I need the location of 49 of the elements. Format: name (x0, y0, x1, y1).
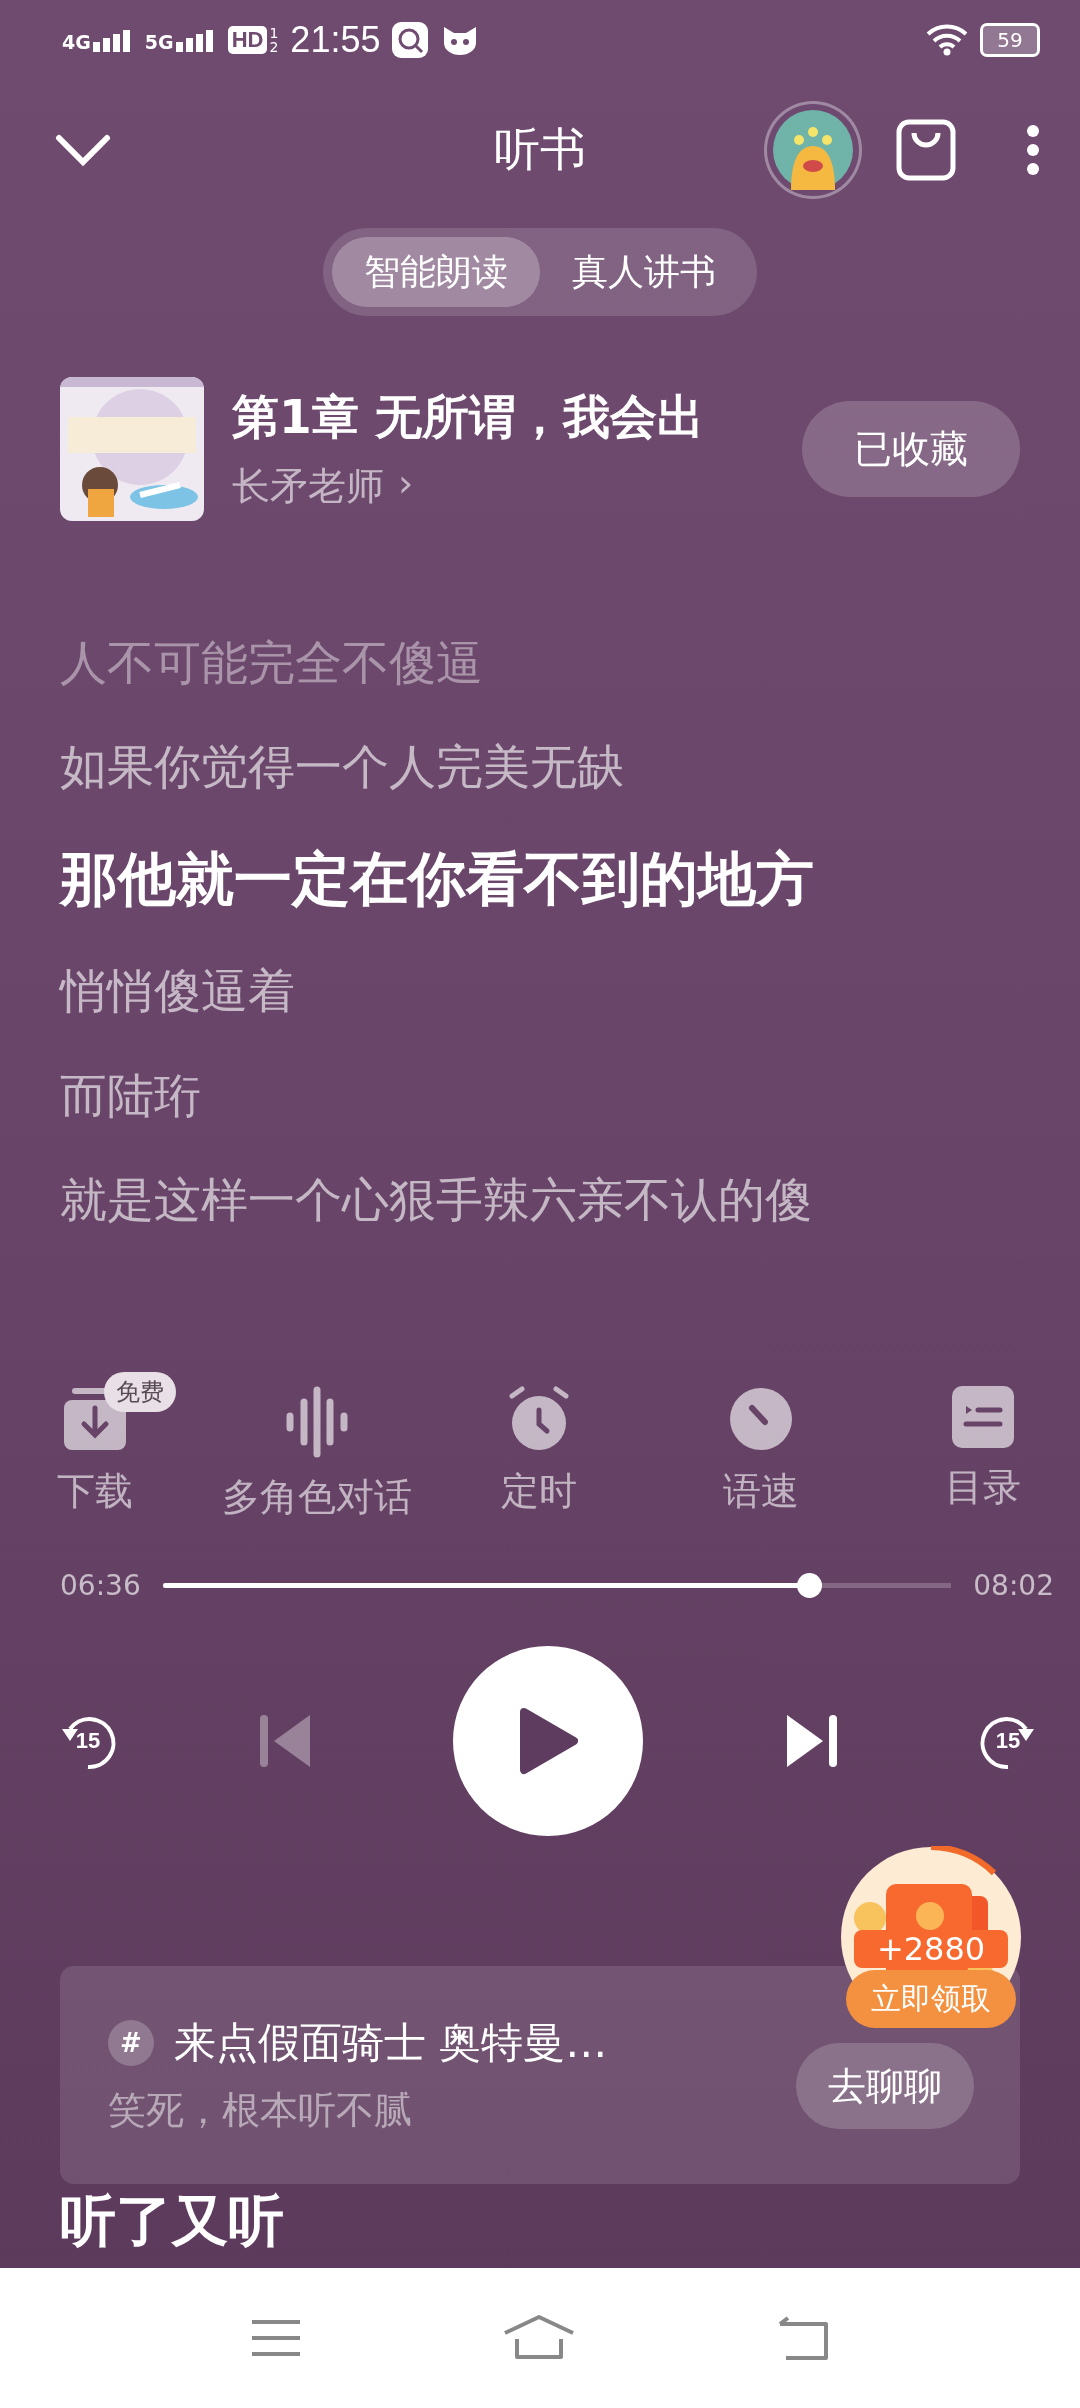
claim-button[interactable]: 立即领取 (846, 1970, 1016, 2028)
more-icon[interactable] (1026, 124, 1040, 176)
mode-tab[interactable]: 智能朗读 (332, 237, 540, 307)
reward-amount: +2880 (854, 1930, 1008, 1968)
signal-icon (175, 28, 216, 52)
home-icon[interactable] (503, 2315, 575, 2361)
menu-icon[interactable] (250, 2318, 303, 2358)
lyric-line: 人不可能完全不傻逼 (60, 634, 483, 692)
collected-button[interactable]: 已收藏 (802, 401, 1020, 497)
gauge-icon (728, 1386, 794, 1452)
network-label: 4G (62, 33, 91, 52)
forward-button[interactable]: 15 (976, 1709, 1040, 1773)
total-time: 08:02 (973, 1569, 1054, 1602)
list-icon (952, 1386, 1014, 1448)
lyric-line: 悄悄傻逼着 (60, 962, 295, 1021)
waveform-icon (284, 1386, 350, 1458)
page-title: 听书 (494, 121, 586, 178)
tool-button[interactable]: 语速 (723, 1386, 799, 1523)
topic-title: 来点假面骑士 奥特曼… (174, 2016, 608, 2069)
sim-slots-label: 1 2 (269, 26, 279, 54)
tool-button[interactable]: 定时 (501, 1386, 577, 1523)
hash-icon: # (108, 2019, 154, 2066)
bag-icon[interactable] (896, 119, 956, 181)
alarm-clock-icon (506, 1386, 572, 1452)
battery-level: 59 (980, 23, 1040, 57)
play-icon (518, 1706, 578, 1776)
hd-label: HD (227, 26, 268, 54)
wifi-icon (926, 24, 968, 56)
lyric-line: 而陆珩 (60, 1066, 201, 1125)
chat-button[interactable]: 去聊聊 (796, 2043, 974, 2129)
lyric-line: 如果你觉得一个人完美无缺 (60, 738, 624, 797)
network-label: 5G (144, 33, 174, 52)
tool-button[interactable]: 多角色对话 (222, 1386, 412, 1523)
collapse-chevron-icon[interactable] (55, 134, 111, 166)
mode-tab[interactable]: 真人讲书 (540, 237, 748, 307)
lyric-line: 就是这样一个心狠手辣六亲不认的傻 (60, 1170, 812, 1229)
topic-subtitle: 笑死，根本听不腻 (108, 2086, 412, 2134)
clock-time: 21:55 (290, 19, 381, 61)
tool-button[interactable]: 目录 (945, 1386, 1021, 1523)
elapsed-time: 06:36 (60, 1569, 141, 1602)
author-link[interactable]: 长矛老师 › (232, 461, 414, 512)
signal-icon (92, 28, 133, 52)
search-app-icon (392, 22, 429, 58)
progress-thumb[interactable] (797, 1572, 823, 1598)
section-heading: 听了又听 (60, 2187, 284, 2255)
lyric-line: 那他就一定在你看不到的地方 (60, 843, 814, 915)
rewind-button[interactable]: 15 (56, 1709, 120, 1773)
free-badge: 免费 (104, 1372, 176, 1412)
chapter-title: 第1章 无所谓，我会出 (232, 388, 706, 446)
